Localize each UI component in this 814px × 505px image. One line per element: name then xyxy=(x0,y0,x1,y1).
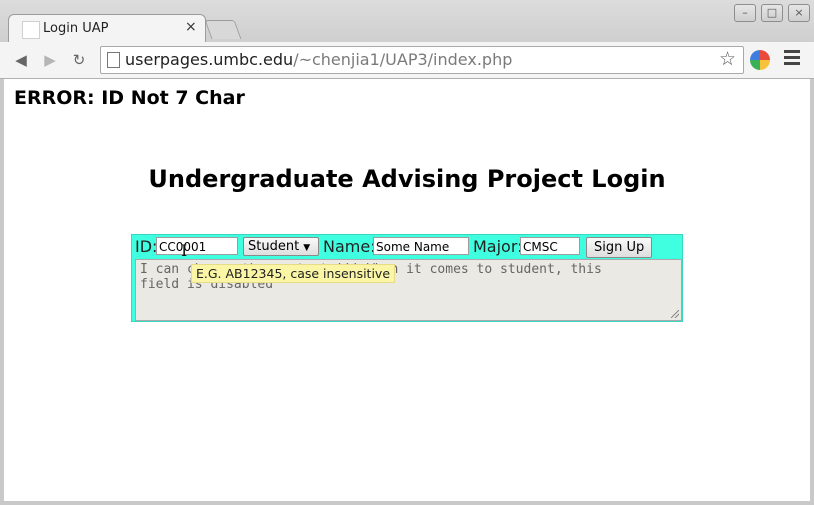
browser-toolbar: ◀ ▶ ↻ userpages.umbc.edu/~chenjia1/UAP3/… xyxy=(0,42,814,79)
signup-button[interactable]: Sign Up xyxy=(586,237,653,258)
tab-close-icon[interactable]: × xyxy=(185,19,197,35)
browser-titlebar: Login UAP × – □ × xyxy=(0,0,814,43)
page-viewport: ERROR: ID Not 7 Char Undergraduate Advis… xyxy=(4,79,810,501)
name-label: Name: xyxy=(323,237,376,256)
id-input[interactable]: CC0001 xyxy=(156,237,238,255)
bookmark-star-icon[interactable]: ☆ xyxy=(719,48,736,70)
major-label: Major: xyxy=(473,237,523,256)
menu-icon[interactable] xyxy=(784,50,800,68)
tab-title: Login UAP xyxy=(43,21,109,36)
id-label: ID: xyxy=(135,237,158,256)
maximize-icon[interactable]: □ xyxy=(761,4,783,22)
new-tab-button[interactable] xyxy=(204,20,242,39)
reload-icon[interactable]: ↻ xyxy=(70,51,88,69)
error-message: ERROR: ID Not 7 Char xyxy=(14,87,245,109)
major-input[interactable]: CMSC xyxy=(520,237,580,255)
role-select[interactable]: Student ▼ xyxy=(243,237,319,256)
browser-tab[interactable]: Login UAP × xyxy=(8,14,206,43)
extension-icon[interactable] xyxy=(750,50,770,70)
forward-arrow-icon[interactable]: ▶ xyxy=(41,51,59,69)
page-favicon-icon xyxy=(22,21,40,39)
resize-handle-icon[interactable] xyxy=(671,310,679,318)
id-tooltip: E.G. AB12345, case insensitive xyxy=(191,264,396,283)
page-icon xyxy=(107,52,120,68)
window-close-icon[interactable]: × xyxy=(788,4,810,22)
role-select-value: Student xyxy=(248,239,300,254)
chevron-down-icon: ▼ xyxy=(303,243,311,253)
url-text: userpages.umbc.edu/~chenjia1/UAP3/index.… xyxy=(125,50,513,69)
text-cursor-icon: I xyxy=(181,241,188,260)
back-arrow-icon[interactable]: ◀ xyxy=(12,51,30,69)
name-input[interactable]: Some Name xyxy=(373,237,469,255)
minimize-icon[interactable]: – xyxy=(734,4,756,22)
page-title: Undergraduate Advising Project Login xyxy=(148,165,666,193)
address-bar[interactable]: userpages.umbc.edu/~chenjia1/UAP3/index.… xyxy=(100,46,744,74)
